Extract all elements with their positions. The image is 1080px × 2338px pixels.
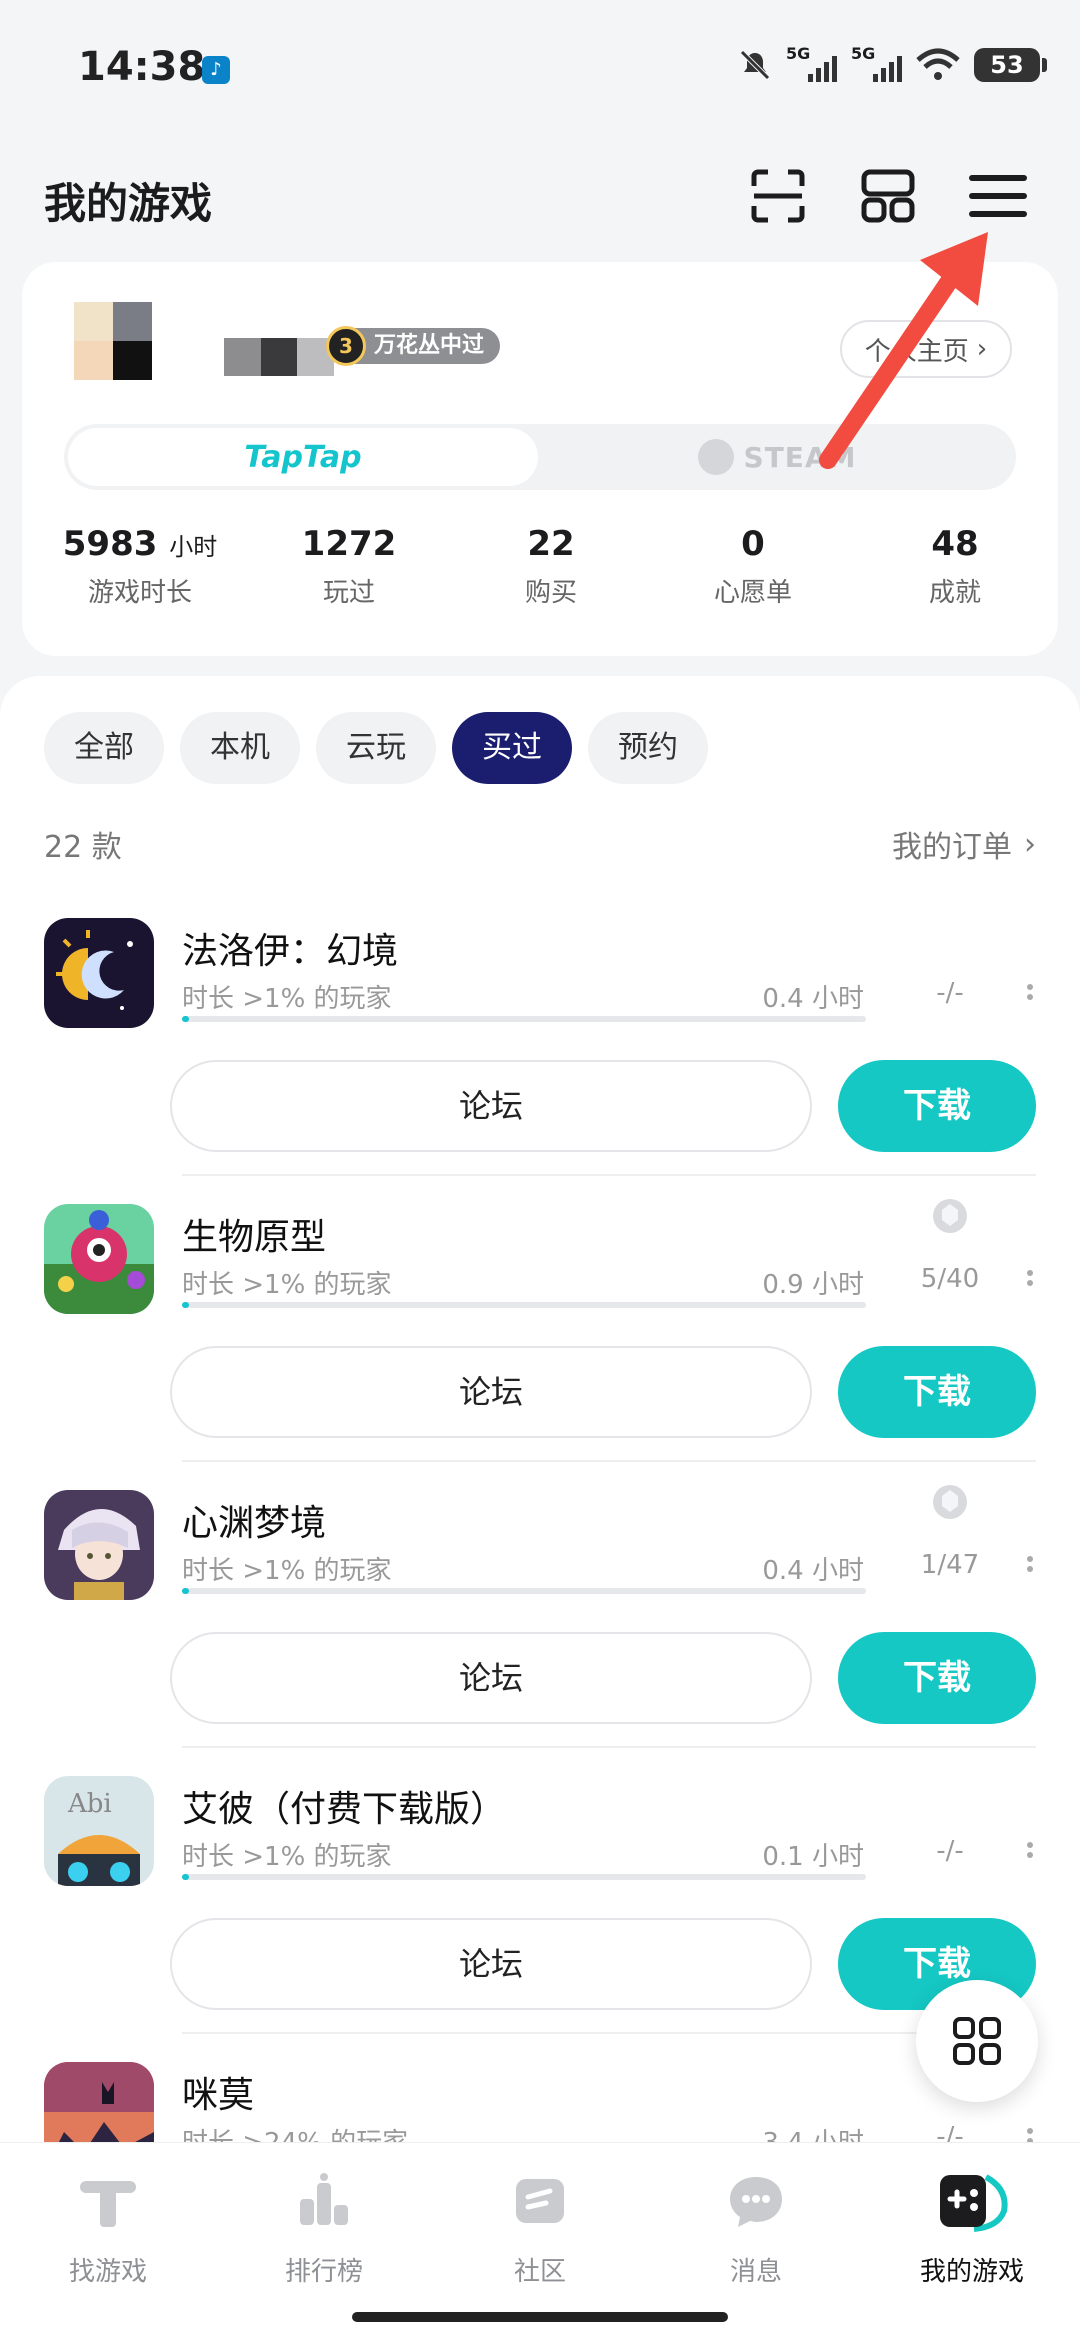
game-playtime-percentile: 时长 >1% 的玩家	[182, 984, 392, 1014]
status-time: 14:38	[78, 44, 206, 90]
more-options-icon[interactable]	[1026, 980, 1034, 1010]
game-playtime-percentile: 时长 >1% 的玩家	[182, 1842, 392, 1872]
tiktok-notification-icon: ♪	[202, 56, 230, 84]
find-games-icon	[80, 2181, 136, 2227]
game-item[interactable]: Abi 艾彼（付费下载版） 时长 >1% 的玩家 0.1 小时 -/- 论坛 下…	[0, 1748, 1080, 2034]
game-item[interactable]: 心渊梦境 时长 >1% 的玩家 0.4 小时 1/47 论坛 下载	[0, 1462, 1080, 1748]
more-options-icon[interactable]	[1026, 1266, 1034, 1296]
game-icon-xinyuan-mengjing[interactable]	[44, 1490, 154, 1600]
more-options-icon[interactable]	[1026, 1838, 1034, 1868]
game-playtime-percentile: 时长 >1% 的玩家	[182, 1270, 392, 1300]
game-count: 22 款	[44, 830, 122, 865]
steam-logo-icon	[697, 439, 734, 475]
my-games-icon	[940, 2174, 1008, 2232]
game-title[interactable]: 法洛伊：幻境	[182, 922, 398, 974]
filter-local[interactable]: 本机	[180, 712, 300, 784]
playtime-progress-bar	[182, 1302, 866, 1308]
username-pixelated[interactable]	[224, 338, 335, 376]
cellular-signal-icon: 5G	[786, 44, 837, 82]
community-icon	[516, 2179, 564, 2223]
floating-grid-button[interactable]	[916, 1980, 1038, 2102]
filter-purchased[interactable]: 买过	[452, 712, 572, 784]
achievement-trophy-icon	[933, 1485, 967, 1519]
more-options-icon[interactable]	[1026, 1552, 1034, 1582]
title-badge[interactable]: 3 万花丛中过	[326, 326, 501, 366]
chevron-right-icon: ›	[1024, 826, 1036, 862]
download-button[interactable]: 下载	[838, 1346, 1036, 1438]
forum-button[interactable]: 论坛	[170, 1918, 812, 2010]
scan-icon[interactable]	[746, 164, 810, 228]
tab-taptap[interactable]: TapTap	[68, 428, 538, 486]
game-title[interactable]: 咪莫	[182, 2066, 254, 2118]
filter-reserved[interactable]: 预约	[588, 712, 708, 784]
mute-bell-icon	[740, 50, 770, 80]
download-button[interactable]: 下载	[838, 1060, 1036, 1152]
filter-chips: 全部 本机 云玩 买过 预约	[44, 712, 708, 784]
menu-icon[interactable]	[966, 164, 1030, 228]
game-icon-abi[interactable]: Abi	[44, 1776, 154, 1886]
red-arrow-annotation	[819, 232, 988, 469]
nav-community[interactable]: 社区	[432, 2143, 648, 2338]
forum-button[interactable]: 论坛	[170, 1632, 812, 1724]
filter-cloud[interactable]: 云玩	[316, 712, 436, 784]
filter-all[interactable]: 全部	[44, 712, 164, 784]
stat-play-time[interactable]: 5983 小时 游戏时长	[22, 524, 248, 634]
download-button[interactable]: 下载	[838, 1632, 1036, 1724]
avatar[interactable]	[74, 302, 152, 380]
forum-button[interactable]: 论坛	[170, 1060, 812, 1152]
game-hours: 0.4 小时	[762, 1556, 864, 1586]
profile-stats: 5983 小时 游戏时长 1272 玩过 22 购买 0 心愿单 48 成就	[22, 524, 1058, 634]
svg-text:Abi: Abi	[67, 1789, 112, 1819]
game-item[interactable]: 生物原型 时长 >1% 的玩家 0.9 小时 5/40 论坛 下载	[0, 1176, 1080, 1462]
game-icon-shengwu-yuanxing[interactable]	[44, 1204, 154, 1314]
game-title[interactable]: 心渊梦境	[182, 1494, 326, 1546]
nav-find-games[interactable]: 找游戏	[0, 2143, 216, 2338]
playtime-progress-bar	[182, 1588, 866, 1594]
game-hours: 0.9 小时	[762, 1270, 864, 1300]
game-playtime-percentile: 时长 >1% 的玩家	[182, 1556, 392, 1586]
achievement-trophy-icon	[933, 1199, 967, 1233]
grid-layout-icon[interactable]	[856, 164, 920, 228]
wifi-icon	[916, 48, 960, 80]
stat-wishlist[interactable]: 0 心愿单	[652, 524, 854, 634]
badge-medal-icon: 3	[326, 326, 366, 366]
nav-leaderboard[interactable]: 排行榜	[216, 2143, 432, 2338]
apps-grid-icon	[953, 2017, 1001, 2065]
game-hours: 0.1 小时	[762, 1842, 864, 1872]
achievement-count: 1/47	[920, 1550, 980, 1580]
leaderboard-icon	[300, 2173, 348, 2225]
playtime-progress-bar	[182, 1874, 866, 1880]
playtime-progress-bar	[182, 1016, 866, 1022]
stat-played[interactable]: 1272 玩过	[248, 524, 450, 634]
battery-icon: 53	[974, 48, 1047, 82]
my-orders-link[interactable]: 我的订单 ›	[892, 822, 1036, 866]
stat-achievements[interactable]: 48 成就	[854, 524, 1056, 634]
messages-icon	[730, 2177, 782, 2227]
game-list-panel: 全部 本机 云玩 买过 预约 22 款 我的订单 › 法洛伊：幻境 时长 >1%…	[0, 676, 1080, 2338]
page-title: 我的游戏	[44, 179, 213, 228]
nav-messages[interactable]: 消息	[648, 2143, 864, 2338]
achievement-count: -/-	[936, 1836, 964, 1866]
achievement-count: -/-	[936, 978, 964, 1008]
game-title[interactable]: 生物原型	[182, 1208, 326, 1260]
stat-purchased[interactable]: 22 购买	[450, 524, 652, 634]
status-bar: 14:38 ♪ 5G 5G 53	[0, 0, 1080, 140]
achievement-count: 5/40	[920, 1264, 980, 1294]
home-indicator[interactable]	[352, 2312, 728, 2322]
cellular-signal-icon: 5G	[851, 44, 902, 82]
bottom-nav: 找游戏 排行榜 社区 消息 我的游戏	[0, 2142, 1080, 2338]
nav-my-games[interactable]: 我的游戏	[864, 2143, 1080, 2338]
game-icon-faloyi[interactable]	[44, 918, 154, 1028]
game-title[interactable]: 艾彼（付费下载版）	[182, 1780, 506, 1832]
game-item[interactable]: 法洛伊：幻境 时长 >1% 的玩家 0.4 小时 -/- 论坛 下载	[0, 890, 1080, 1176]
game-hours: 0.4 小时	[762, 984, 864, 1014]
forum-button[interactable]: 论坛	[170, 1346, 812, 1438]
